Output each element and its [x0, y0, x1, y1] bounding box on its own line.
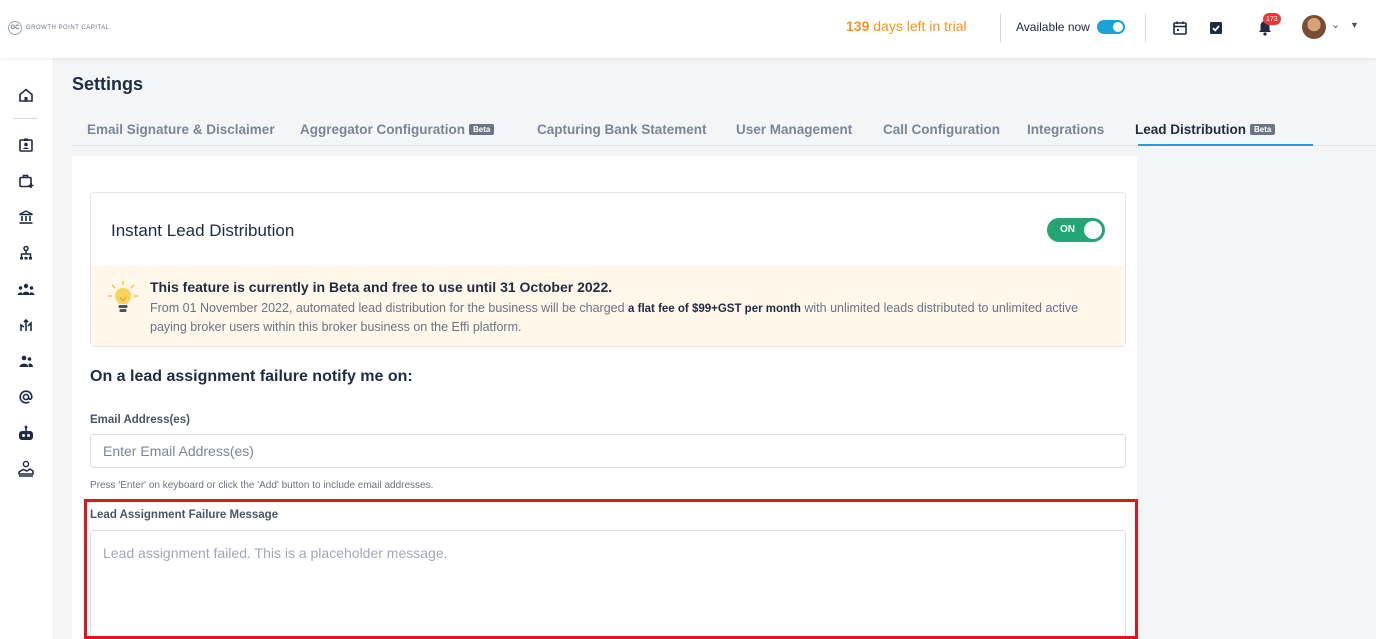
chevron-down-icon[interactable]: ⌄ — [1331, 18, 1340, 31]
company-logo[interactable]: GC GROWTH POINT CAPITAL — [8, 21, 109, 35]
tab-email-signature[interactable]: Email Signature & Disclaimer — [87, 122, 275, 137]
avatar[interactable] — [1302, 15, 1326, 39]
tab-label: Lead Distribution — [1135, 122, 1246, 137]
beta-notice: This feature is currently in Beta and fr… — [91, 266, 1125, 346]
divider — [1145, 14, 1146, 42]
tab-user-management[interactable]: User Management — [736, 122, 852, 137]
tab-call-configuration[interactable]: Call Configuration — [883, 122, 1000, 137]
availability-toggle[interactable] — [1096, 20, 1125, 34]
team-icon[interactable] — [15, 278, 37, 300]
beta-badge: Beta — [1250, 124, 1276, 135]
tab-aggregator-configuration[interactable]: Aggregator Configuration Beta — [300, 122, 495, 137]
active-tab-indicator — [1138, 144, 1313, 146]
home-icon[interactable] — [15, 84, 37, 106]
lightbulb-icon — [107, 280, 139, 320]
bank-icon[interactable] — [15, 206, 37, 228]
trial-status: 139 days left in trial — [846, 18, 967, 34]
task-check-icon[interactable] — [1205, 17, 1227, 39]
money-hand-icon[interactable] — [15, 458, 37, 480]
tab-lead-distribution[interactable]: Lead Distribution Beta — [1135, 122, 1276, 137]
robot-icon[interactable] — [15, 422, 37, 444]
email-hint: Press 'Enter' on keyboard or click the '… — [90, 480, 434, 491]
top-bar: GC GROWTH POINT CAPITAL 139 days left in… — [0, 0, 1376, 58]
caret-down-icon[interactable]: ▼ — [1350, 20, 1359, 30]
tab-label: Call Configuration — [883, 122, 1000, 137]
tab-label: Email Signature & Disclaimer — [87, 122, 275, 137]
growth-hands-icon[interactable] — [15, 314, 37, 336]
trial-days: 139 — [846, 18, 870, 34]
divider — [1000, 14, 1001, 42]
at-sign-icon[interactable] — [15, 386, 37, 408]
logo-mark: GC — [8, 21, 22, 35]
email-input[interactable] — [90, 434, 1126, 468]
instant-lead-distribution-card: Instant Lead Distribution ON This featur… — [90, 192, 1126, 347]
card-title: Instant Lead Distribution — [111, 221, 295, 240]
settings-tabs: Email Signature & Disclaimer Aggregator … — [72, 108, 1376, 146]
main-content: Settings Email Signature & Disclaimer Ag… — [54, 58, 1376, 639]
sidebar-divider — [14, 118, 38, 119]
tab-integrations[interactable]: Integrations — [1027, 122, 1104, 137]
tab-label: Integrations — [1027, 122, 1105, 137]
availability-control[interactable]: Available now — [1016, 20, 1125, 34]
sidebar — [0, 58, 54, 639]
tab-label: Aggregator Configuration — [300, 122, 465, 137]
tab-capturing-bank-statement[interactable]: Capturing Bank Statement — [537, 122, 707, 137]
page-title: Settings — [72, 74, 144, 94]
email-label: Email Address(es) — [90, 414, 190, 426]
section-title: On a lead assignment failure notify me o… — [90, 368, 413, 385]
calendar-icon[interactable] — [1169, 17, 1191, 39]
logo-text: GROWTH POINT CAPITAL — [26, 25, 110, 31]
notice-pricing: a flat fee of $99+GST per month — [628, 303, 801, 315]
toggle-label: ON — [1060, 224, 1075, 235]
notification-badge: 173 — [1263, 13, 1281, 25]
failure-message-textarea[interactable] — [90, 530, 1126, 639]
briefcase-add-icon[interactable] — [15, 170, 37, 192]
availability-label: Available now — [1016, 20, 1090, 34]
org-chart-icon[interactable] — [15, 242, 37, 264]
instant-lead-distribution-toggle[interactable]: ON — [1047, 218, 1105, 242]
lead-distribution-panel: Instant Lead Distribution ON This featur… — [72, 156, 1137, 639]
trial-suffix: days left in trial — [869, 18, 967, 34]
notice-body-text: From 01 November 2022, automated lead di… — [150, 301, 629, 315]
users-icon[interactable] — [15, 350, 37, 372]
beta-badge: Beta — [469, 124, 495, 135]
failure-message-label: Lead Assignment Failure Message — [90, 509, 279, 521]
tab-label: Capturing Bank Statement — [537, 122, 707, 137]
notice-title: This feature is currently in Beta and fr… — [150, 279, 613, 295]
contact-card-icon[interactable] — [15, 134, 37, 156]
tab-label: User Management — [736, 122, 853, 137]
notice-body: From 01 November 2022, automated lead di… — [150, 299, 1110, 336]
